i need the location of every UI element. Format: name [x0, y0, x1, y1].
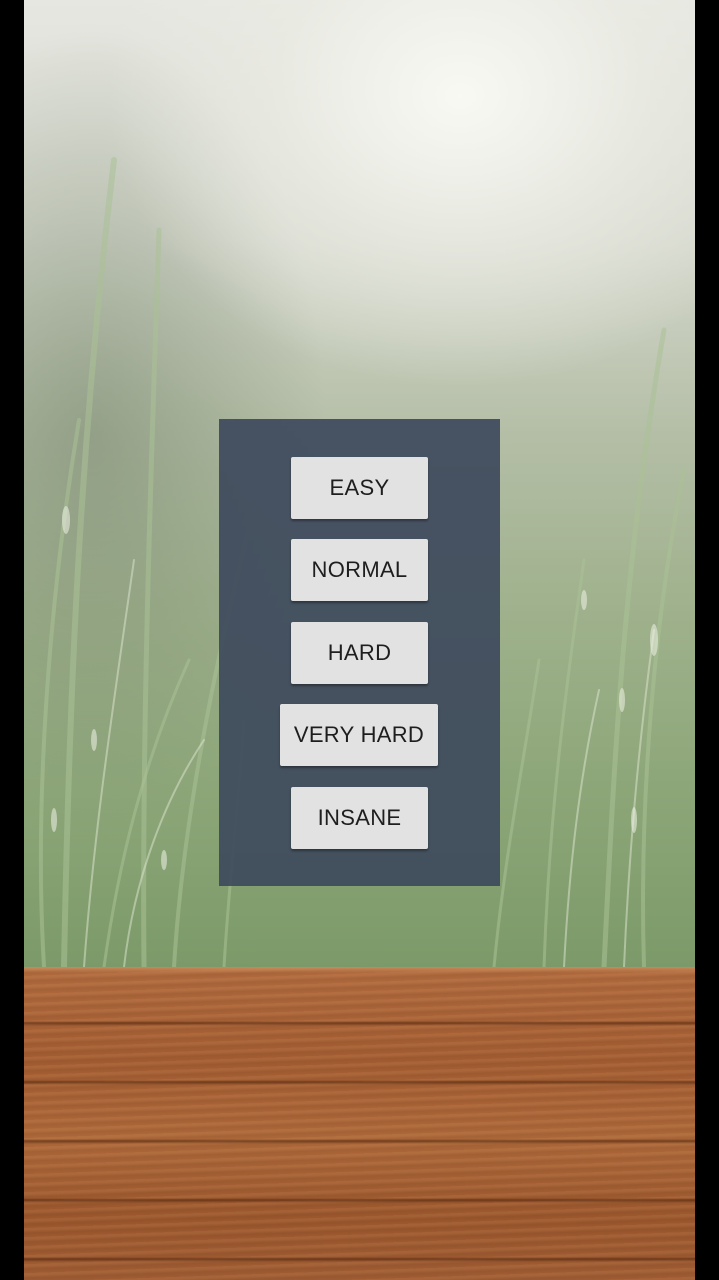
difficulty-menu-panel: EASY NORMAL HARD VERY HARD INSANE	[219, 419, 500, 886]
wooden-floor	[24, 967, 695, 1280]
easy-button[interactable]: EASY	[291, 457, 428, 519]
game-screen: EASY NORMAL HARD VERY HARD INSANE	[24, 0, 695, 1280]
wood-edge	[24, 967, 695, 973]
very-hard-button[interactable]: VERY HARD	[280, 704, 438, 766]
insane-button[interactable]: INSANE	[291, 787, 428, 849]
normal-button[interactable]: NORMAL	[291, 539, 428, 601]
hard-button[interactable]: HARD	[291, 622, 428, 684]
